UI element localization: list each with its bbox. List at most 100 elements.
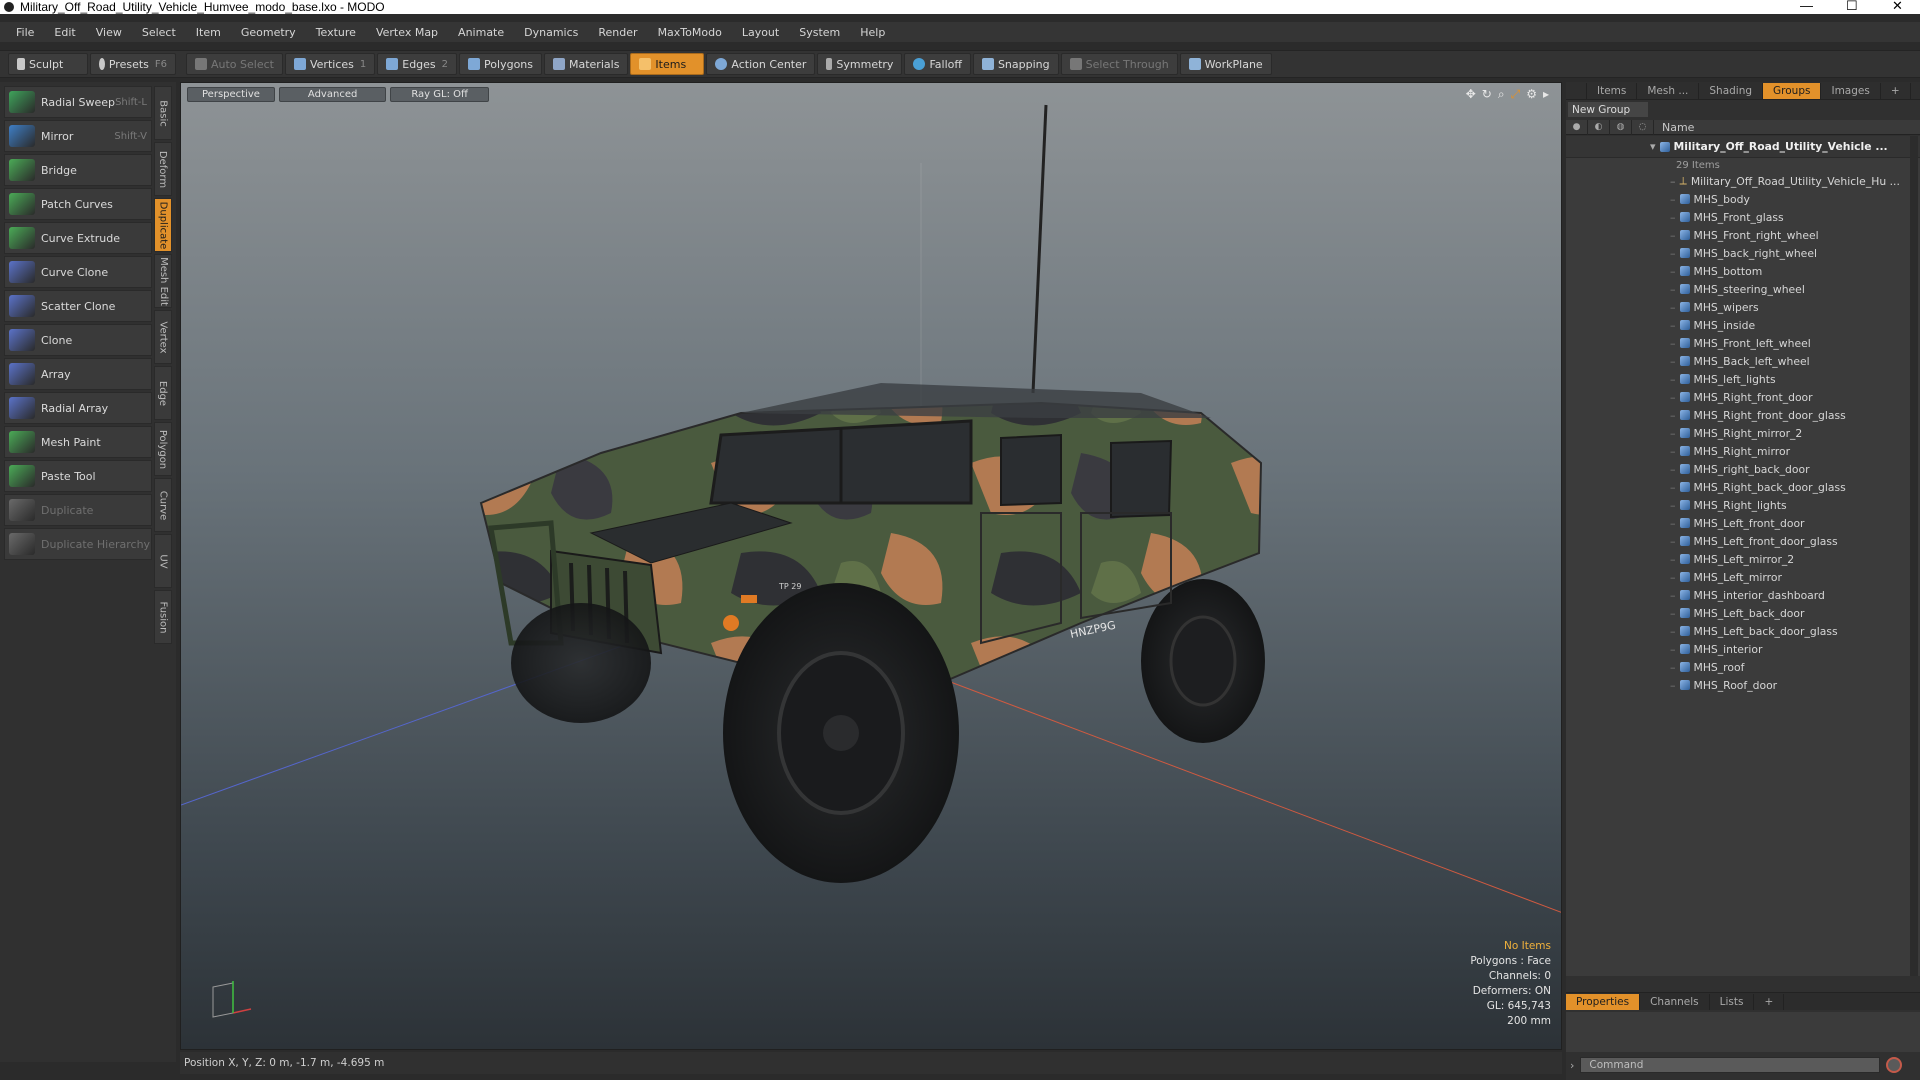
list-item[interactable]: – MHS_left_lights [1566, 370, 1920, 388]
falloff-button[interactable]: Falloff [904, 53, 971, 75]
list-item[interactable]: – MHS_Front_right_wheel [1566, 226, 1920, 244]
list-item[interactable]: – MHS_Left_mirror_2 [1566, 550, 1920, 568]
item-toggles[interactable] [1566, 406, 1656, 424]
list-item[interactable]: – MHS_Front_left_wheel [1566, 334, 1920, 352]
item-toggles[interactable] [1566, 316, 1656, 334]
tab-shading[interactable]: Shading [1699, 82, 1764, 99]
item-toggles[interactable] [1566, 514, 1656, 532]
menu-vertex-map[interactable]: Vertex Map [366, 26, 448, 39]
tab-deform[interactable]: Deform [154, 142, 172, 196]
item-toggles[interactable] [1566, 676, 1656, 694]
list-item[interactable]: – MHS_Right_lights [1566, 496, 1920, 514]
tab-basic[interactable]: Basic [154, 86, 172, 140]
item-toggles[interactable] [1566, 604, 1656, 622]
tab-curve[interactable]: Curve [154, 478, 172, 532]
tab-properties[interactable]: Properties [1566, 993, 1641, 1010]
item-toggles[interactable] [1566, 586, 1656, 604]
mirror-tool-button[interactable]: Mirror Shift-V [4, 120, 152, 152]
mesh-paint-tool-button[interactable]: Mesh Paint [4, 426, 152, 458]
tab-mesh-edit[interactable]: Mesh Edit [154, 254, 172, 308]
menu-item[interactable]: Item [186, 26, 231, 39]
add-tab-icon[interactable]: + [1881, 82, 1911, 99]
add-tab-icon[interactable]: + [1754, 993, 1785, 1010]
list-item[interactable]: – MHS_body [1566, 190, 1920, 208]
sculpt-button[interactable]: Sculpt [8, 53, 88, 75]
item-toggles[interactable] [1566, 244, 1656, 262]
item-toggles[interactable] [1566, 190, 1656, 208]
edges-button[interactable]: Edges 2 [377, 53, 458, 75]
bridge-tool-button[interactable]: Bridge [4, 154, 152, 186]
auto-select-button[interactable]: Auto Select [186, 53, 283, 75]
item-toggles[interactable] [1566, 208, 1656, 226]
menu-help[interactable]: Help [850, 26, 895, 39]
tab-uv[interactable]: UV [154, 534, 172, 588]
tab-vertex[interactable]: Vertex [154, 310, 172, 364]
item-toggles[interactable] [1566, 550, 1656, 568]
command-stop-icon[interactable] [1886, 1057, 1903, 1073]
menu-system[interactable]: System [789, 26, 850, 39]
list-item[interactable]: – MHS_Right_back_door_glass [1566, 478, 1920, 496]
menu-file[interactable]: File [6, 26, 44, 39]
item-toggles[interactable] [1566, 226, 1656, 244]
rotate-icon[interactable]: ↻ [1482, 87, 1492, 102]
item-toggles[interactable] [1566, 496, 1656, 514]
tab-channels[interactable]: Channels [1640, 993, 1710, 1010]
list-item[interactable]: – MHS_interior [1566, 640, 1920, 658]
duplicate-tool-button[interactable]: Duplicate [4, 494, 152, 526]
select-through-button[interactable]: Select Through [1060, 53, 1178, 75]
fit-icon[interactable]: ⤢ [1511, 87, 1521, 102]
menu-dynamics[interactable]: Dynamics [514, 26, 588, 39]
presets-button[interactable]: Presets F6 [90, 53, 176, 75]
pan-icon[interactable]: ✥ [1466, 87, 1476, 102]
list-item[interactable]: – MHS_interior_dashboard [1566, 586, 1920, 604]
item-list-scrollbar[interactable] [1910, 136, 1918, 976]
symmetry-button[interactable]: Symmetry [817, 53, 903, 75]
paste-tool-tool-button[interactable]: Paste Tool [4, 460, 152, 492]
snapping-button[interactable]: Snapping [972, 53, 1059, 75]
list-item[interactable]: – MHS_inside [1566, 316, 1920, 334]
list-item[interactable]: – MHS_bottom [1566, 262, 1920, 280]
list-item[interactable]: – MHS_Left_back_door_glass [1566, 622, 1920, 640]
view-mode-dropdown[interactable]: Perspective [187, 87, 275, 102]
curve-clone-tool-button[interactable]: Curve Clone [4, 256, 152, 288]
item-toggles[interactable] [1566, 622, 1656, 640]
tab-lists[interactable]: Lists [1710, 993, 1755, 1010]
raygl-dropdown[interactable]: Ray GL: Off [390, 87, 489, 102]
menu-select[interactable]: Select [132, 26, 186, 39]
locator-row[interactable]: – ⟂ Military_Off_Road_Utility_Vehicle_Hu … [1566, 172, 1920, 190]
menu-render[interactable]: Render [588, 26, 647, 39]
item-toggles[interactable] [1566, 424, 1656, 442]
menu-geometry[interactable]: Geometry [231, 26, 306, 39]
items-mode-button[interactable]: Items [630, 53, 705, 75]
group-row-toggles[interactable] [1566, 138, 1656, 156]
workplane-button[interactable]: WorkPlane [1179, 53, 1272, 75]
item-toggles[interactable] [1566, 334, 1656, 352]
item-toggles[interactable] [1566, 442, 1656, 460]
action-center-button[interactable]: Action Center [706, 53, 816, 75]
list-item[interactable]: – MHS_Roof_door [1566, 676, 1920, 694]
item-toggles[interactable] [1566, 352, 1656, 370]
settings-icon[interactable]: ⚙ [1526, 87, 1537, 102]
panel-menu-icon[interactable] [1566, 82, 1587, 99]
item-toggles[interactable] [1566, 658, 1656, 676]
item-toggles[interactable] [1566, 568, 1656, 586]
lock-column-icon[interactable]: ◍ [1610, 119, 1632, 135]
tab-groups[interactable]: Groups [1763, 82, 1822, 99]
tab-items[interactable]: Items [1587, 82, 1638, 99]
tab-polygon[interactable]: Polygon [154, 422, 172, 476]
list-item[interactable]: – MHS_Back_left_wheel [1566, 352, 1920, 370]
menu-texture[interactable]: Texture [306, 26, 366, 39]
list-item[interactable]: – MHS_Left_back_door [1566, 604, 1920, 622]
minimize-button[interactable]: — [1800, 0, 1813, 13]
list-item[interactable]: – MHS_roof [1566, 658, 1920, 676]
radial-array-tool-button[interactable]: Radial Array [4, 392, 152, 424]
list-item[interactable]: – MHS_Right_mirror [1566, 442, 1920, 460]
list-item[interactable]: – MHS_back_right_wheel [1566, 244, 1920, 262]
polygons-button[interactable]: Polygons [459, 53, 542, 75]
list-item[interactable]: – MHS_Right_mirror_2 [1566, 424, 1920, 442]
menu-layout[interactable]: Layout [732, 26, 789, 39]
patch-curves-tool-button[interactable]: Patch Curves [4, 188, 152, 220]
tab-mesh[interactable]: Mesh ... [1637, 82, 1700, 99]
menu-view[interactable]: View [86, 26, 132, 39]
array-tool-button[interactable]: Array [4, 358, 152, 390]
